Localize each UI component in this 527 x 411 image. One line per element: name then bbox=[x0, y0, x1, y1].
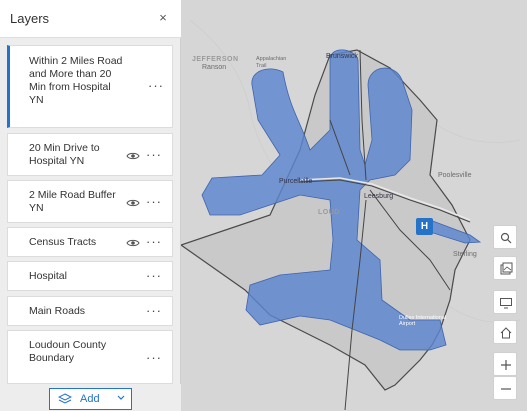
layer-label: 2 Mile Road Buffer YN bbox=[29, 189, 116, 214]
layer-label: Within 2 Miles Road and More than 20 Min… bbox=[29, 55, 123, 106]
more-options-icon[interactable]: ··· bbox=[146, 195, 162, 208]
place-label-dulles: Dulles International Airport bbox=[399, 315, 447, 327]
search-icon bbox=[500, 232, 512, 244]
layer-item-2-mile-road-buffer[interactable]: 2 Mile Road Buffer YN ··· bbox=[7, 180, 173, 223]
place-label-loudoun: LOUD bbox=[318, 209, 340, 216]
layer-item-hospital[interactable]: Hospital ··· bbox=[7, 261, 173, 291]
monitor-icon bbox=[500, 298, 512, 309]
layers-stack-icon bbox=[58, 393, 72, 404]
home-icon bbox=[500, 327, 512, 339]
more-options-icon[interactable]: ··· bbox=[146, 351, 162, 364]
close-panel-button[interactable]: × bbox=[155, 10, 171, 26]
basemap-gallery-icon bbox=[500, 262, 513, 275]
layer-item-main-roads[interactable]: Main Roads ··· bbox=[7, 296, 173, 326]
zoom-out-button[interactable] bbox=[493, 376, 517, 400]
layer-item-within-2-miles[interactable]: Within 2 Miles Road and More than 20 Min… bbox=[7, 45, 173, 128]
home-button[interactable] bbox=[493, 320, 517, 344]
layer-label: Main Roads bbox=[29, 305, 86, 317]
chevron-down-icon[interactable] bbox=[116, 392, 126, 404]
place-label-ranson: Ranson bbox=[202, 64, 227, 71]
add-layer-bar: Add bbox=[0, 384, 181, 411]
place-label-poolesville: Poolesville bbox=[438, 172, 472, 179]
panel-title: Layers bbox=[10, 11, 50, 26]
zoom-in-button[interactable] bbox=[493, 352, 517, 376]
place-label-leesburg: Leesburg bbox=[364, 193, 394, 200]
fullscreen-button[interactable] bbox=[493, 290, 517, 314]
layer-item-20-min-drive[interactable]: 20 Min Drive to Hospital YN ··· bbox=[7, 133, 173, 176]
layer-item-census-tracts[interactable]: Census Tracts ··· bbox=[7, 227, 173, 257]
visibility-eye-icon[interactable] bbox=[126, 151, 140, 161]
visibility-eye-icon[interactable] bbox=[126, 198, 140, 208]
hospital-badge: H bbox=[418, 220, 431, 233]
add-layer-button[interactable]: Add bbox=[49, 388, 132, 410]
place-label-purcellville: Purcellville bbox=[279, 178, 313, 185]
place-label-appalachian: Appalachian Trail bbox=[256, 56, 287, 69]
visibility-eye-icon[interactable] bbox=[126, 238, 140, 248]
more-options-icon[interactable]: ··· bbox=[146, 148, 162, 161]
search-button[interactable] bbox=[493, 225, 517, 249]
minus-icon bbox=[501, 388, 511, 390]
hospital-marker-icon[interactable]: H bbox=[416, 218, 433, 235]
layer-label: Census Tracts bbox=[29, 236, 97, 248]
layers-panel: Layers × Within 2 Miles Road and More th… bbox=[0, 0, 181, 411]
place-label-jefferson: JEFFERSON bbox=[192, 56, 239, 63]
map-view[interactable]: JEFFERSON Ranson Appalachian Trail Bruns… bbox=[181, 0, 527, 411]
place-label-brunswick: Brunswick bbox=[326, 53, 358, 60]
place-label-sterling: Sterling bbox=[453, 251, 477, 258]
plus-icon bbox=[501, 360, 511, 370]
more-options-icon[interactable]: ··· bbox=[146, 269, 162, 282]
layer-label: Loudoun County Boundary bbox=[29, 339, 107, 364]
more-options-icon[interactable]: ··· bbox=[148, 79, 164, 92]
basemap-gallery-button[interactable] bbox=[493, 256, 517, 280]
layer-label: Hospital bbox=[29, 270, 67, 282]
layer-label: 20 Min Drive to Hospital YN bbox=[29, 142, 100, 167]
layer-item-loudoun-county-boundary[interactable]: Loudoun County Boundary ··· bbox=[7, 330, 173, 384]
panel-header: Layers × bbox=[0, 0, 181, 38]
add-label: Add bbox=[80, 393, 100, 405]
more-options-icon[interactable]: ··· bbox=[146, 235, 162, 248]
more-options-icon[interactable]: ··· bbox=[146, 304, 162, 317]
